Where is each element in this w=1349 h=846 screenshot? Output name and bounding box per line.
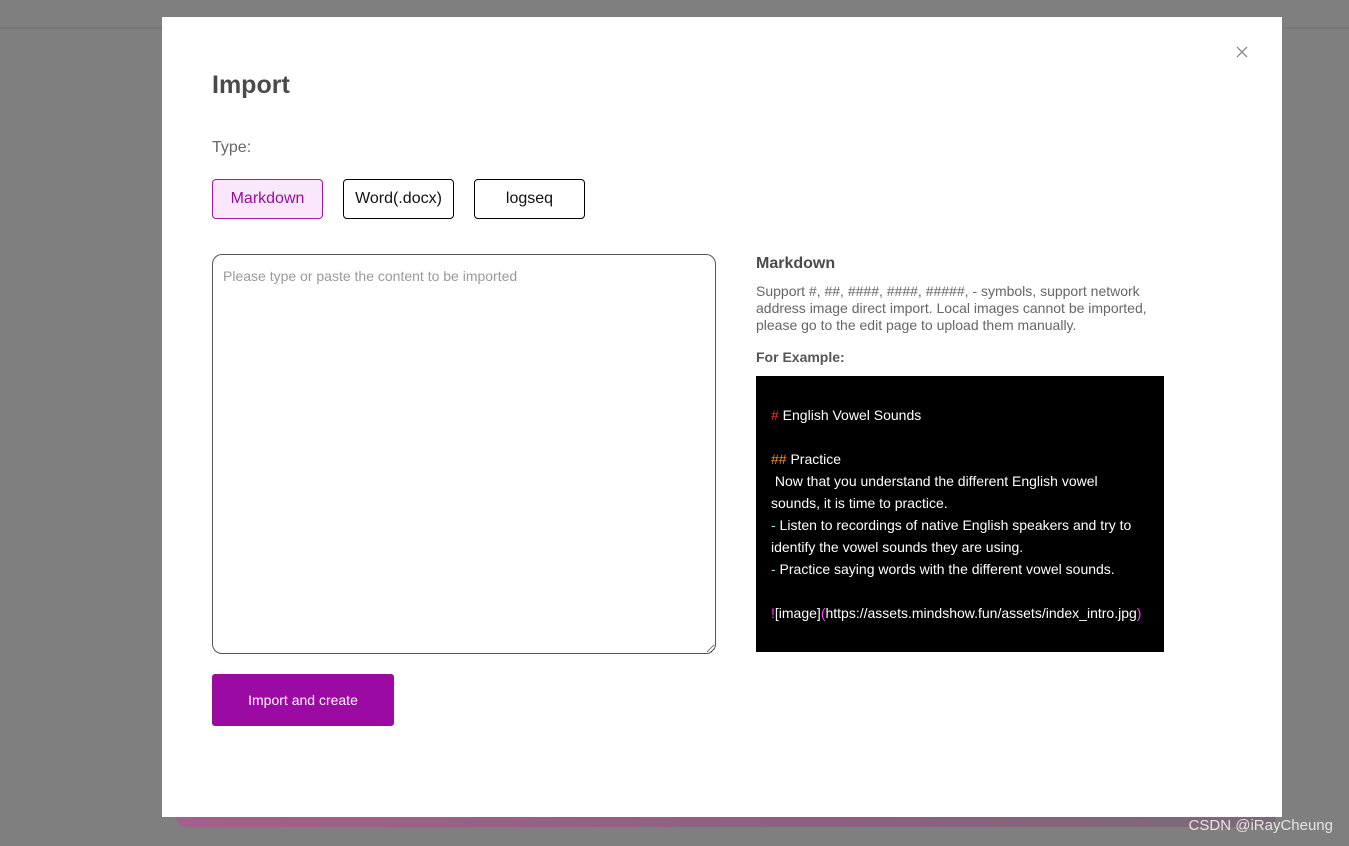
h2-text: Practice	[786, 451, 842, 467]
type-markdown-button[interactable]: Markdown	[212, 179, 323, 219]
type-label: Type:	[212, 139, 252, 156]
watermark: CSDN @iRayCheung	[1188, 817, 1333, 834]
h2-mark: ##	[771, 451, 787, 467]
image-paren-close: )	[1136, 605, 1142, 621]
format-help-panel: Markdown Support #, ##, ####, ####, ####…	[756, 255, 1166, 365]
example-blank-line	[771, 426, 1149, 448]
help-description: Support #, ##, ####, ####, #####, - symb…	[756, 283, 1147, 333]
h1-mark: #	[771, 407, 779, 423]
modal-title: Import	[212, 71, 290, 99]
markdown-example-block: # English Vowel Sounds ## Practice Now t…	[756, 376, 1164, 652]
close-button[interactable]	[1231, 41, 1253, 63]
example-list-item-1: - Listen to recordings of native English…	[771, 514, 1149, 558]
example-list-item-2: - Practice saying words with the differe…	[771, 558, 1149, 580]
example-blank-line	[771, 580, 1149, 602]
import-and-create-button[interactable]: Import and create	[212, 674, 394, 726]
example-h2-line: ## Practice	[771, 448, 1149, 470]
import-content-input[interactable]	[212, 254, 716, 654]
close-icon	[1236, 46, 1248, 58]
help-title: Markdown	[756, 255, 836, 272]
list-item-text: Practice saying words with the different…	[775, 561, 1115, 577]
example-h1-line: # English Vowel Sounds	[771, 404, 1149, 426]
image-alt: [image]	[774, 605, 821, 621]
type-logseq-button[interactable]: logseq	[474, 179, 585, 219]
example-paragraph: Now that you understand the different En…	[771, 473, 1102, 511]
example-label: For Example:	[756, 349, 845, 365]
import-modal: Import Type: Markdown Word(.docx) logseq…	[162, 17, 1282, 817]
type-word-button[interactable]: Word(.docx)	[343, 179, 454, 219]
example-image-line: ![image](https://assets.mindshow.fun/ass…	[771, 602, 1149, 624]
h1-text: English Vowel Sounds	[778, 407, 922, 423]
list-item-text: Listen to recordings of native English s…	[771, 517, 1136, 555]
image-url: https://assets.mindshow.fun/assets/index…	[825, 605, 1137, 621]
